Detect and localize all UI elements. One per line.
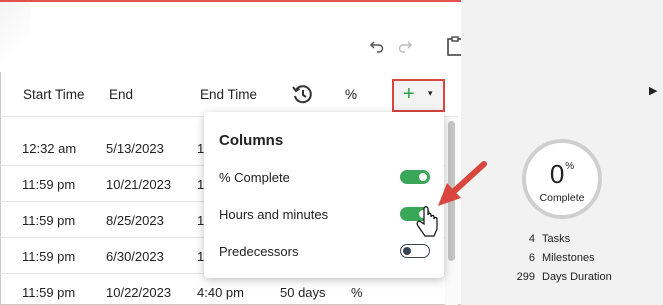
toggle-knob — [419, 210, 427, 218]
cell-start-time: 12:32 am — [22, 141, 77, 156]
cell-start-time: 11:59 pm — [22, 177, 76, 192]
percent-complete-value: 0% — [549, 159, 575, 189]
column-header-end-time[interactable]: End Time — [200, 87, 257, 102]
column-header-percent[interactable]: % — [345, 87, 357, 102]
option-label: Predecessors — [219, 244, 299, 259]
cell-end: 10/22/2023 — [106, 285, 172, 300]
grid-header: Start Time End End Time % — [0, 71, 458, 117]
column-header-start-time[interactable]: Start Time — [23, 87, 85, 102]
toggle-knob — [403, 246, 411, 255]
cell-percent: % — [351, 285, 363, 300]
option-label: % Complete — [219, 170, 290, 185]
cell-start-time: 11:59 pm — [22, 249, 76, 264]
cell-start-time: 11:59 pm — [22, 285, 76, 300]
columns-menu: Columns % Complete Hours and minutes Pre… — [204, 112, 444, 278]
percent-complete-label: Complete — [539, 192, 585, 204]
columns-menu-title: Columns — [219, 132, 284, 149]
redo-button[interactable] — [395, 36, 415, 56]
plus-icon: + — [403, 83, 415, 105]
caret-down-icon: ▾ — [428, 88, 433, 98]
option-label: Hours and minutes — [219, 207, 329, 222]
add-column-button[interactable]: + ▾ — [392, 79, 445, 112]
column-option-hours-minutes[interactable]: Hours and minutes — [204, 199, 444, 229]
history-icon[interactable] — [290, 82, 314, 106]
undo-icon — [369, 41, 384, 53]
toggle-switch-off[interactable] — [400, 244, 430, 258]
toggle-switch-on[interactable] — [400, 207, 430, 221]
progress-ring: 0% Complete — [522, 139, 602, 219]
column-option-percent-complete[interactable]: % Complete — [204, 162, 444, 192]
redo-icon — [398, 41, 413, 53]
column-option-predecessors[interactable]: Predecessors — [204, 236, 444, 266]
cell-end: 10/21/2023 — [106, 177, 172, 192]
cell-start-time: 11:59 pm — [22, 213, 76, 228]
expand-panel-icon[interactable]: ▶ — [649, 84, 657, 97]
cell-end: 6/30/2023 — [106, 249, 164, 264]
scrollbar-thumb[interactable] — [448, 121, 455, 261]
cell-duration: 50 days — [280, 285, 326, 300]
cell-end-time: 4:40 pm — [197, 285, 244, 300]
toggle-switch-on[interactable] — [400, 170, 430, 184]
undo-button[interactable] — [367, 36, 387, 56]
column-header-end[interactable]: End — [109, 87, 133, 102]
decorative-corner — [0, 2, 30, 72]
toggle-knob — [419, 173, 427, 181]
table-row[interactable]: 11:59 pm 10/22/2023 4:40 pm 50 days % — [0, 274, 458, 305]
cell-end: 5/13/2023 — [106, 141, 164, 156]
cell-end: 8/25/2023 — [106, 213, 164, 228]
